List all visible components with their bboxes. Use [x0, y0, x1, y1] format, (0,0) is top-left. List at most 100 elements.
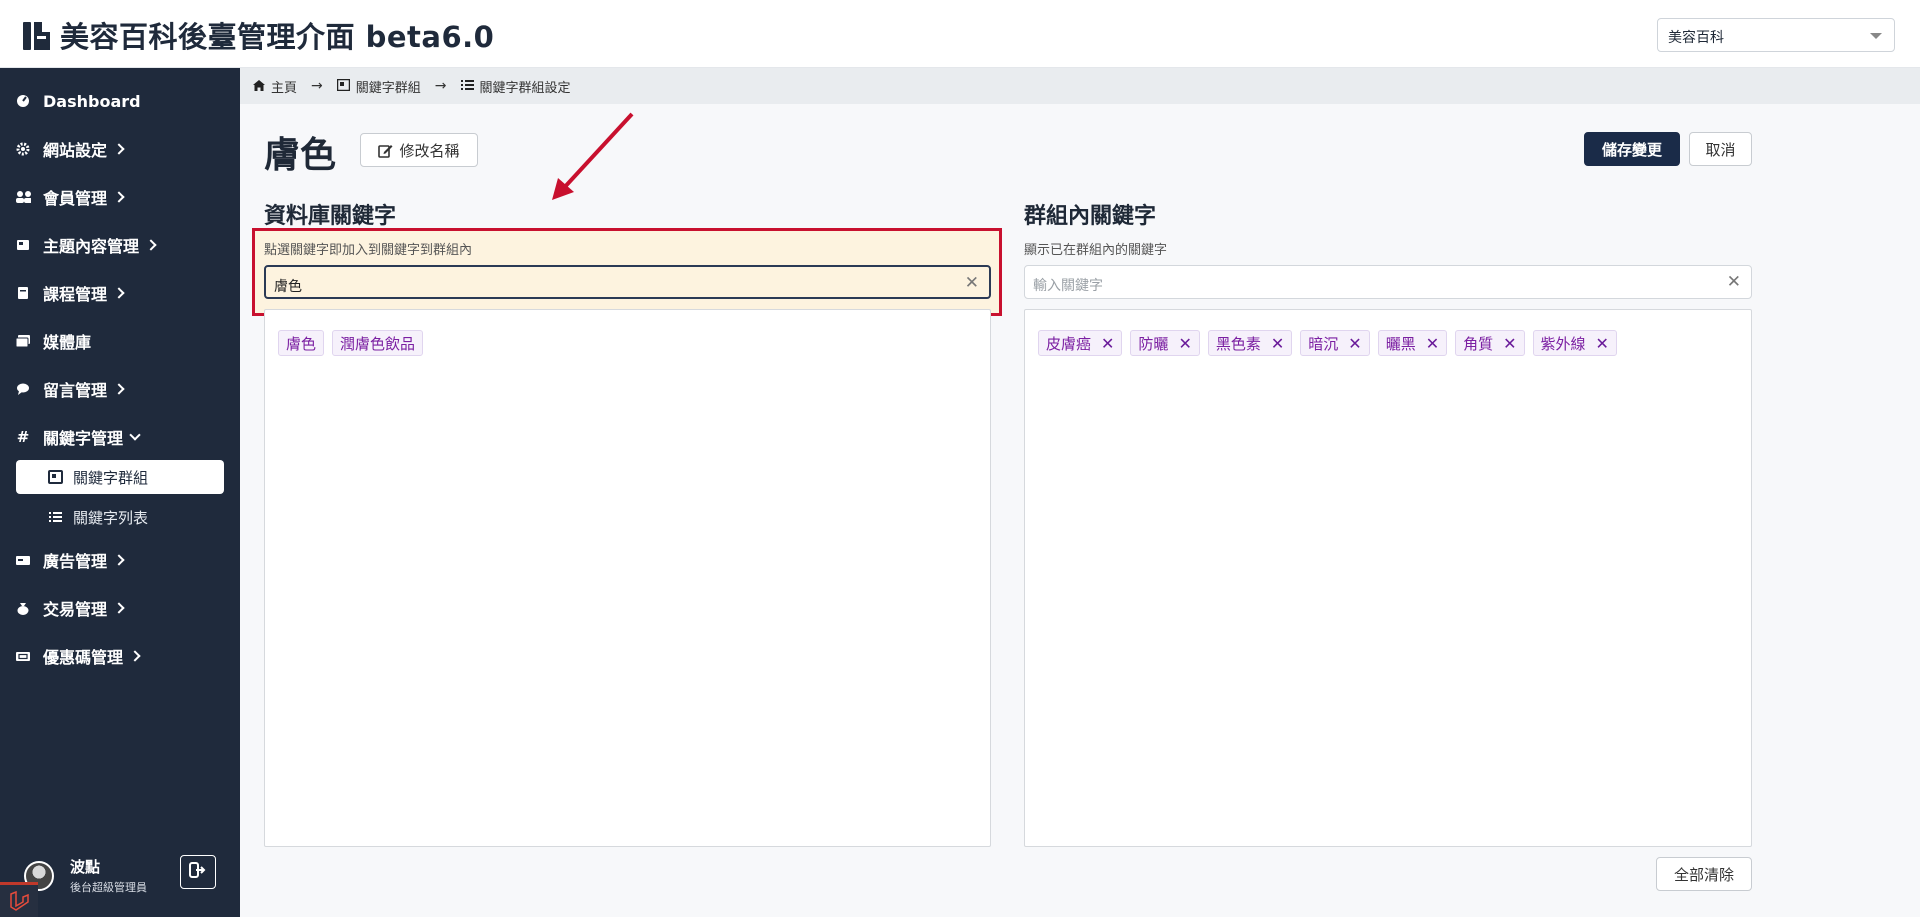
chevron-right-icon: [113, 554, 125, 566]
sidebar-item-comments[interactable]: 留言管理: [0, 371, 240, 407]
group-keyword-tag[interactable]: 皮膚癌 ✕: [1038, 330, 1123, 356]
keyword-tag[interactable]: 膚色: [278, 330, 325, 356]
group-keyword-tag[interactable]: 角質 ✕: [1455, 330, 1525, 356]
db-keyword-results: 膚色 潤膚色飲品: [278, 330, 424, 356]
sidebar-item-coupons[interactable]: 優惠碼管理: [0, 638, 240, 674]
group-keywords-hint: 顯示已在群組內的關鍵字: [1024, 243, 1168, 258]
group-keyword-tag[interactable]: 防曬 ✕: [1130, 330, 1200, 356]
sidebar-item-transactions[interactable]: 交易管理: [0, 590, 240, 626]
sidebar-item-dashboard[interactable]: Dashboard: [0, 83, 240, 119]
keyword-tag[interactable]: 潤膚色飲品: [332, 330, 424, 356]
laravel-logo-icon: [0, 882, 38, 917]
brand: 美容百科後臺管理介面 beta6.0: [22, 14, 494, 56]
chevron-right-icon: [113, 602, 125, 614]
users-icon: [15, 189, 31, 205]
user-role: 後台超級管理員: [70, 881, 147, 894]
cancel-button[interactable]: 取消: [1689, 132, 1752, 166]
chevron-right-icon: [129, 650, 141, 662]
db-keywords-hint: 點選關鍵字即加入到關鍵字到群組內: [264, 243, 473, 258]
sidebar-item-label: 主題內容管理: [43, 237, 140, 256]
sidebar-item-courses[interactable]: 課程管理: [0, 275, 240, 311]
remove-tag-icon[interactable]: ✕: [1178, 334, 1191, 353]
tag-label: 暗沉: [1308, 334, 1339, 353]
group-keyword-list: 皮膚癌 ✕ 防曬 ✕ 黑色素 ✕ 暗沉 ✕ 曬黑 ✕ 角質 ✕ 紫外線 ✕: [1038, 330, 1617, 356]
tag-label: 紫外線: [1540, 334, 1586, 353]
sidebar-item-keywords[interactable]: # 關鍵字管理: [0, 419, 240, 455]
site-select[interactable]: 美容百科: [1657, 18, 1895, 52]
sidebar-item-label: Dashboard: [43, 91, 141, 111]
sidebar-item-site-settings[interactable]: 網站設定: [0, 131, 240, 167]
list-icon: [460, 79, 475, 93]
sidebar-item-label: 關鍵字管理: [43, 429, 124, 448]
chevron-down-icon: [1870, 33, 1882, 39]
arrow-right-icon: →: [434, 78, 447, 94]
app-title: 美容百科後臺管理介面 beta6.0: [60, 20, 495, 54]
remove-tag-icon[interactable]: ✕: [1348, 334, 1361, 353]
sidebar-item-label: 留言管理: [43, 381, 108, 400]
page-title: 膚色: [264, 135, 337, 176]
sidebar-item-label: 課程管理: [43, 285, 108, 304]
annotation-arrow: [552, 112, 634, 200]
images-icon: [48, 469, 63, 485]
group-keyword-tag[interactable]: 暗沉 ✕: [1300, 330, 1370, 356]
user-name: 波點: [70, 858, 101, 876]
breadcrumb-settings-label: 關鍵字群組設定: [479, 80, 571, 96]
db-keywords-panel: [264, 309, 991, 847]
user-profile: 波點 後台超級管理員: [24, 856, 147, 895]
brand-logo-icon: [22, 18, 52, 52]
tag-label: 黑色素: [1215, 334, 1261, 353]
chevron-right-icon: [113, 191, 125, 203]
images-icon: [15, 333, 31, 349]
group-keyword-tag[interactable]: 黑色素 ✕: [1207, 330, 1293, 356]
remove-tag-icon[interactable]: ✕: [1271, 334, 1284, 353]
group-keyword-tag[interactable]: 紫外線 ✕: [1532, 330, 1617, 356]
sidebar-item-label: 網站設定: [43, 141, 108, 160]
sidebar-item-label: 媒體庫: [43, 333, 92, 352]
breadcrumb-home[interactable]: 主頁: [252, 77, 297, 96]
edit-icon: [378, 143, 393, 158]
comment-icon: [15, 381, 31, 397]
content-icon: [15, 237, 31, 253]
remove-tag-icon[interactable]: ✕: [1596, 334, 1609, 353]
gear-icon: [15, 141, 31, 157]
ad-icon: [15, 552, 31, 568]
breadcrumb: 主頁 → 關鍵字群組 → 關鍵字群組設定: [240, 68, 1920, 104]
remove-tag-icon[interactable]: ✕: [1503, 334, 1516, 353]
sidebar-item-content[interactable]: 主題內容管理: [0, 227, 240, 263]
list-icon: [48, 510, 63, 525]
breadcrumb-keyword-groups[interactable]: 關鍵字群組: [336, 77, 421, 96]
logout-icon: [189, 862, 207, 882]
group-keyword-tag[interactable]: 曬黑 ✕: [1377, 330, 1448, 356]
group-keyword-search-input[interactable]: 輸入關鍵字 ✕: [1024, 265, 1752, 299]
site-select-value: 美容百科: [1668, 30, 1724, 46]
sidebar-item-label: 廣告管理: [43, 552, 108, 571]
sidebar: Dashboard 網站設定 會員管理 主題內容管理 課程管理 媒體庫 留言管理…: [0, 68, 240, 917]
clear-search-icon[interactable]: ✕: [1727, 272, 1741, 292]
book-icon: [15, 285, 31, 301]
db-keyword-search-input[interactable]: 膚色 ✕: [264, 265, 991, 299]
db-keywords-title: 資料庫關鍵字: [264, 204, 397, 229]
chevron-down-icon: [129, 429, 141, 441]
sidebar-subitem-keyword-list[interactable]: 關鍵字列表: [16, 500, 224, 534]
rename-button-label: 修改名稱: [399, 141, 460, 160]
remove-tag-icon[interactable]: ✕: [1426, 334, 1439, 353]
remove-tag-icon[interactable]: ✕: [1101, 334, 1114, 353]
tag-label: 角質: [1463, 334, 1494, 353]
money-bag-icon: [15, 600, 31, 616]
logout-button[interactable]: [180, 855, 216, 889]
arrow-right-icon: →: [311, 78, 323, 94]
sidebar-item-ads[interactable]: 廣告管理: [0, 542, 240, 578]
sidebar-subitem-keyword-groups[interactable]: 關鍵字群組: [16, 460, 224, 494]
save-button[interactable]: 儲存變更: [1584, 132, 1680, 166]
rename-button[interactable]: 修改名稱: [360, 133, 478, 167]
sidebar-item-media[interactable]: 媒體庫: [0, 323, 240, 359]
hash-icon: #: [16, 428, 30, 446]
clear-search-icon[interactable]: ✕: [965, 273, 979, 293]
clear-all-button[interactable]: 全部清除: [1656, 857, 1752, 891]
sidebar-item-label: 優惠碼管理: [43, 648, 124, 667]
breadcrumb-group-settings: 關鍵字群組設定: [460, 77, 571, 96]
chevron-right-icon: [113, 383, 125, 395]
group-keyword-search-placeholder: 輸入關鍵字: [1033, 278, 1103, 294]
tag-label: 防曬: [1138, 334, 1169, 353]
sidebar-item-members[interactable]: 會員管理: [0, 179, 240, 215]
